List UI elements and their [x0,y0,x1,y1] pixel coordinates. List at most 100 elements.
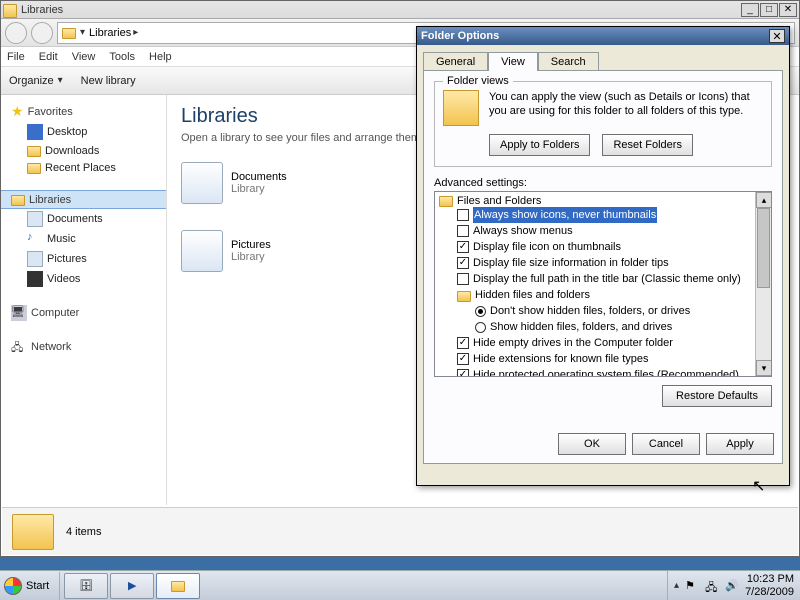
checkbox-icon[interactable] [457,353,469,365]
folder-icon [439,196,453,207]
folder-views-group: Folder views You can apply the view (suc… [434,81,772,167]
computer-icon: 🖥 [11,305,27,321]
checkbox-icon[interactable] [457,273,469,285]
nav-videos[interactable]: Videos [1,269,166,289]
setting-checkbox[interactable]: Hide extensions for known file types [439,351,767,367]
setting-checkbox[interactable]: Hide empty drives in the Computer folder [439,335,767,351]
scrollbar[interactable]: ▴ ▾ [755,192,771,376]
minimize-button[interactable]: _ [741,3,759,17]
nav-computer[interactable]: 🖥Computer [1,303,166,323]
titlebar[interactable]: Libraries _ □ ✕ [1,1,799,19]
tab-general[interactable]: General [423,52,488,71]
taskbar-item-explorer[interactable] [156,573,200,599]
new-library-button[interactable]: New library [81,75,136,87]
folder-views-legend: Folder views [443,75,513,87]
pictures-icon [27,251,43,267]
dialog-titlebar[interactable]: Folder Options ✕ [417,27,789,45]
tray-overflow-icon[interactable]: ▴ [674,580,679,591]
setting-radio[interactable]: Don't show hidden files, folders, or dri… [439,303,767,319]
window-title: Libraries [21,4,741,16]
nav-network[interactable]: 🖧Network [1,337,166,357]
ok-button[interactable]: OK [558,433,626,455]
favorites-group[interactable]: ★Favorites [1,101,166,122]
advanced-settings-label: Advanced settings: [434,177,772,189]
windows-logo-icon [4,577,22,595]
checkbox-icon[interactable] [457,337,469,349]
checkbox-icon[interactable] [457,369,469,377]
documents-library-icon [181,162,223,204]
flag-icon[interactable]: ⚑ [685,579,699,593]
item-count: 4 items [66,526,101,538]
checkbox-icon[interactable] [457,241,469,253]
menu-help[interactable]: Help [149,51,172,63]
chevron-down-icon[interactable]: ▾ [80,27,85,38]
system-tray: ▴ ⚑ 🖧 🔊 10:23 PM 7/28/2009 [667,571,800,600]
server-icon: 🗄 [79,579,93,592]
scroll-up-button[interactable]: ▴ [756,192,772,208]
back-button[interactable] [5,22,27,44]
folder-options-dialog: Folder Options ✕ General View Search Fol… [416,26,790,486]
pictures-library-icon [181,230,223,272]
nav-pictures[interactable]: Pictures [1,249,166,269]
nav-music[interactable]: ♪Music [1,229,166,249]
folder-icon [3,4,17,18]
nav-desktop[interactable]: Desktop [1,122,166,142]
forward-button[interactable] [31,22,53,44]
dialog-close-button[interactable]: ✕ [769,29,785,43]
tab-search[interactable]: Search [538,52,599,71]
organize-button[interactable]: Organize ▾ [9,75,63,87]
nav-downloads[interactable]: Downloads [1,142,166,159]
taskbar-item-powershell[interactable]: ▶ [110,573,154,599]
setting-checkbox[interactable]: Display file size information in folder … [439,255,767,271]
maximize-button[interactable]: □ [760,3,778,17]
checkbox-icon[interactable] [457,209,469,221]
desktop-icon [27,124,43,140]
libraries-group[interactable]: Libraries [1,190,166,209]
folder-views-text: You can apply the view (such as Details … [489,90,763,126]
tab-panel-view: Folder views You can apply the view (suc… [423,70,783,464]
nav-documents[interactable]: Documents [1,209,166,229]
library-item-documents[interactable]: DocumentsLibrary [181,162,287,204]
setting-checkbox[interactable]: Display the full path in the title bar (… [439,271,767,287]
details-pane: 4 items [2,507,798,555]
setting-checkbox[interactable]: Hide protected operating system files (R… [439,367,767,377]
checkbox-icon[interactable] [457,225,469,237]
setting-checkbox[interactable]: Always show icons, never thumbnails [439,207,767,223]
network-tray-icon[interactable]: 🖧 [705,579,719,593]
network-icon: 🖧 [11,339,27,355]
tab-view[interactable]: View [488,52,538,71]
clock[interactable]: 10:23 PM 7/28/2009 [745,573,794,597]
nav-pane: ★Favorites Desktop Downloads Recent Plac… [1,95,167,505]
restore-defaults-button[interactable]: Restore Defaults [662,385,772,407]
menu-tools[interactable]: Tools [109,51,135,63]
menu-file[interactable]: File [7,51,25,63]
menu-edit[interactable]: Edit [39,51,58,63]
library-item-pictures[interactable]: PicturesLibrary [181,230,271,272]
advanced-settings-tree[interactable]: Files and FoldersAlways show icons, neve… [434,191,772,377]
volume-icon[interactable]: 🔊 [725,579,739,593]
nav-recent[interactable]: Recent Places [1,159,166,176]
taskbar-item-server-manager[interactable]: 🗄 [64,573,108,599]
setting-radio[interactable]: Show hidden files, folders, and drives [439,319,767,335]
breadcrumb[interactable]: Libraries ▸ [89,27,138,39]
folder-icon [27,163,41,174]
scroll-thumb[interactable] [757,208,770,288]
scroll-down-button[interactable]: ▾ [756,360,772,376]
checkbox-icon[interactable] [457,257,469,269]
setting-checkbox[interactable]: Display file icon on thumbnails [439,239,767,255]
apply-button[interactable]: Apply [706,433,774,455]
apply-to-folders-button[interactable]: Apply to Folders [489,134,590,156]
reset-folders-button[interactable]: Reset Folders [602,134,692,156]
powershell-icon: ▶ [128,579,136,592]
menu-view[interactable]: View [72,51,96,63]
cancel-button[interactable]: Cancel [632,433,700,455]
radio-icon[interactable] [475,306,486,317]
folder-icon [27,146,41,157]
start-button[interactable]: Start [0,572,60,600]
folder-icon [12,514,54,550]
close-button[interactable]: ✕ [779,3,797,17]
setting-checkbox[interactable]: Always show menus [439,223,767,239]
documents-icon [27,211,43,227]
radio-icon[interactable] [475,322,486,333]
folder-icon [171,581,185,592]
